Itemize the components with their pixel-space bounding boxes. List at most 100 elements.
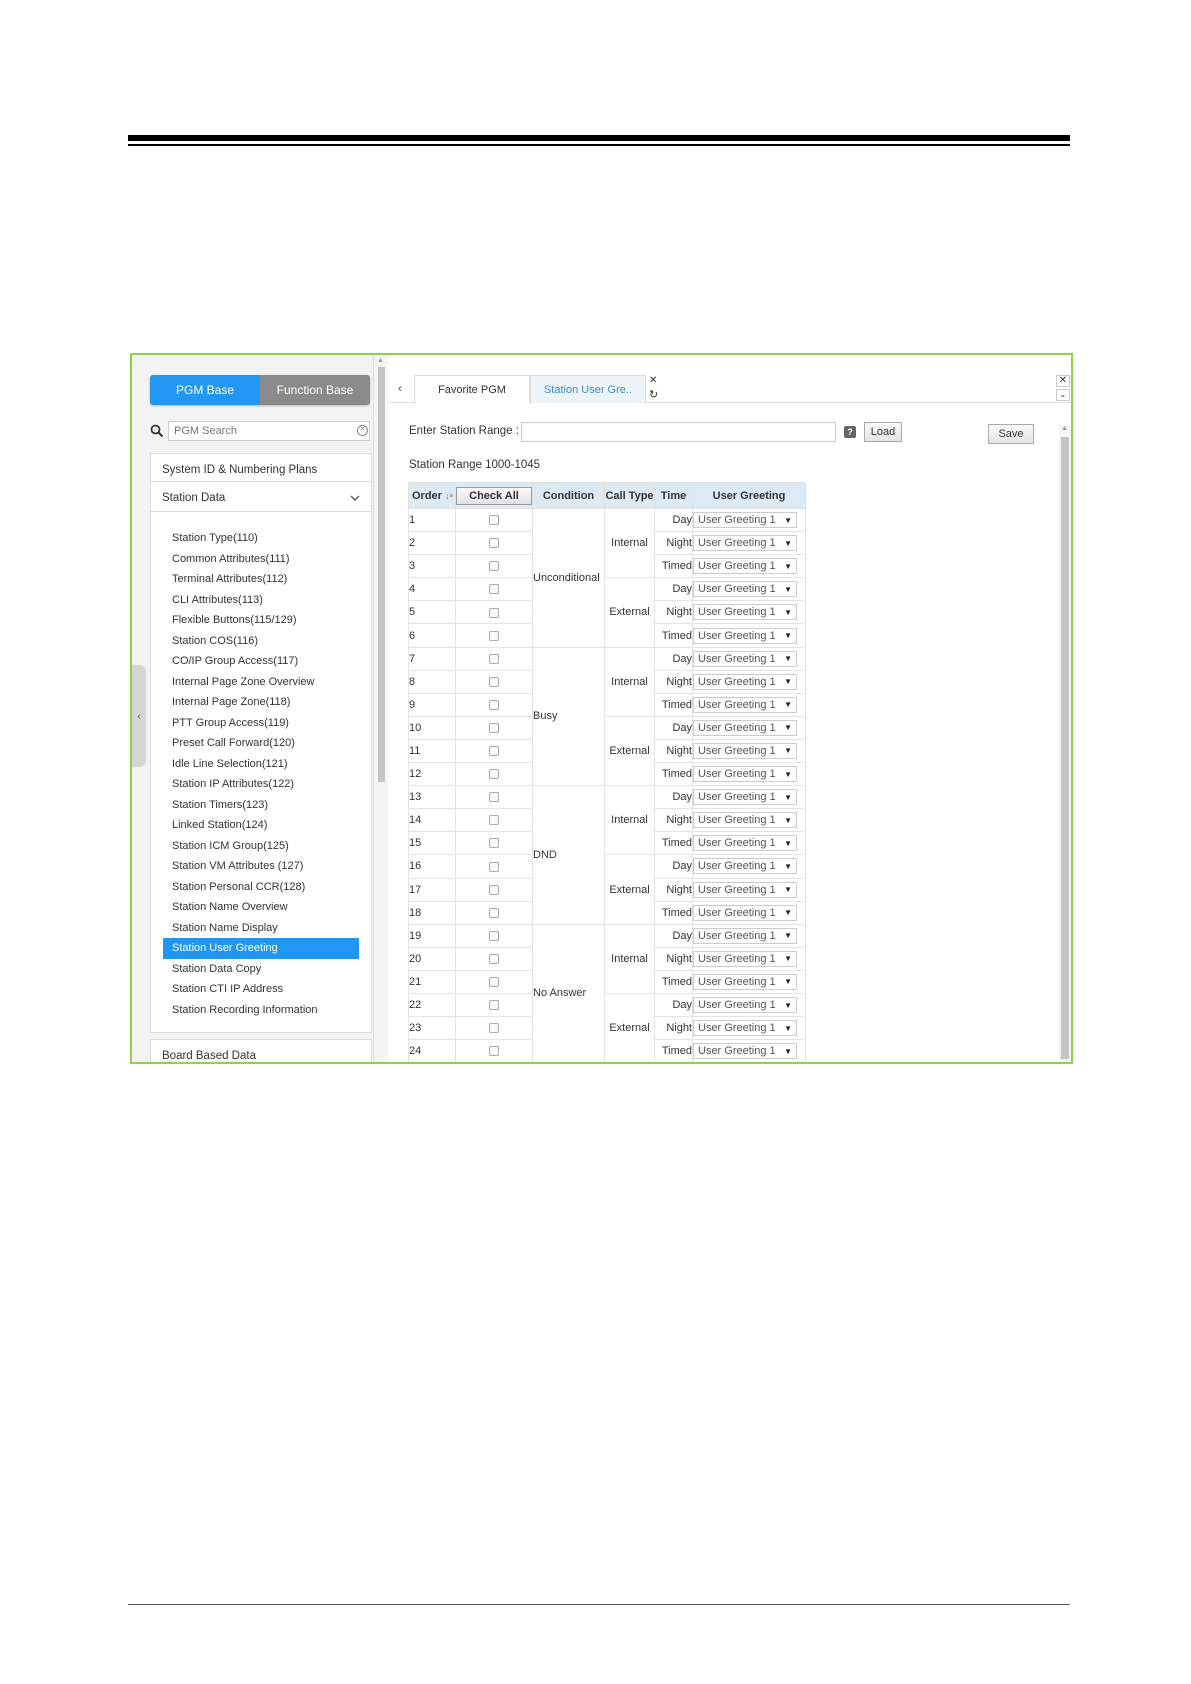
row-checkbox[interactable] bbox=[489, 515, 499, 526]
row-checkbox[interactable] bbox=[489, 1046, 499, 1057]
left-scroll-thumb[interactable] bbox=[378, 367, 385, 782]
user-greeting-select[interactable]: User Greeting 1 ▼ bbox=[693, 696, 797, 713]
row-checkbox[interactable] bbox=[489, 930, 499, 941]
user-greeting-select[interactable]: User Greeting 1 ▼ bbox=[693, 627, 797, 644]
close-tab-icon[interactable]: ✕ bbox=[649, 375, 657, 386]
user-greeting-select[interactable]: User Greeting 1 ▼ bbox=[693, 742, 797, 759]
close-all-icon[interactable]: ✕ bbox=[1056, 375, 1070, 387]
sidebar-item[interactable]: CO/IP Group Access(117) bbox=[151, 651, 371, 672]
menu-station-data[interactable]: Station Data bbox=[150, 481, 372, 514]
sidebar-item[interactable]: Station VM Attributes (127) bbox=[151, 856, 371, 877]
user-greeting-select[interactable]: User Greeting 1 ▼ bbox=[693, 927, 797, 944]
time-cell: Timed bbox=[654, 831, 693, 856]
row-checkbox[interactable] bbox=[489, 861, 499, 872]
sidebar-item[interactable]: Internal Page Zone(118) bbox=[151, 692, 371, 713]
pgm-base-tab[interactable]: PGM Base bbox=[150, 375, 260, 405]
right-scroll-thumb[interactable] bbox=[1061, 437, 1069, 1059]
user-greeting-select[interactable]: User Greeting 1 ▼ bbox=[693, 604, 797, 621]
refresh-icon[interactable]: ↻ bbox=[649, 388, 658, 401]
user-greeting-select[interactable]: User Greeting 1 ▼ bbox=[693, 904, 797, 921]
sidebar-item[interactable]: Flexible Buttons(115/129) bbox=[151, 610, 371, 631]
user-greeting-select[interactable]: User Greeting 1 ▼ bbox=[693, 719, 797, 736]
row-checkbox[interactable] bbox=[489, 607, 499, 618]
row-checkbox[interactable] bbox=[489, 792, 499, 803]
clear-search-icon[interactable]: ✕ bbox=[357, 425, 368, 436]
row-checkbox[interactable] bbox=[489, 769, 499, 780]
user-greeting-select[interactable]: User Greeting 1 ▼ bbox=[693, 581, 797, 598]
user-greeting-select[interactable]: User Greeting 1 ▼ bbox=[693, 858, 797, 875]
user-greeting-select[interactable]: User Greeting 1 ▼ bbox=[693, 789, 797, 806]
row-checkbox[interactable] bbox=[489, 746, 499, 757]
row-checkbox[interactable] bbox=[489, 653, 499, 664]
save-button[interactable]: Save bbox=[988, 424, 1034, 444]
sidebar-item[interactable]: Station User Greeting bbox=[163, 938, 359, 959]
load-button[interactable]: Load bbox=[864, 422, 902, 442]
row-checkbox[interactable] bbox=[489, 584, 499, 595]
sidebar-item[interactable]: Station IP Attributes(122) bbox=[151, 774, 371, 795]
row-checkbox[interactable] bbox=[489, 676, 499, 687]
user-greeting-select[interactable]: User Greeting 1 ▼ bbox=[693, 650, 797, 667]
user-greeting-select[interactable]: User Greeting 1 ▼ bbox=[693, 1020, 797, 1037]
user-greeting-select[interactable]: User Greeting 1 ▼ bbox=[693, 812, 797, 829]
user-greeting-select[interactable]: User Greeting 1 ▼ bbox=[693, 973, 797, 990]
row-checkbox[interactable] bbox=[489, 838, 499, 849]
help-icon[interactable]: ? bbox=[844, 426, 856, 438]
tab-list-chevron-icon[interactable]: ⌄ bbox=[1056, 389, 1070, 401]
sidebar-item[interactable]: Station Timers(123) bbox=[151, 795, 371, 816]
sidebar-item[interactable]: Preset Call Forward(120) bbox=[151, 733, 371, 754]
sidebar-item[interactable]: Terminal Attributes(112) bbox=[151, 569, 371, 590]
row-checkbox[interactable] bbox=[489, 1000, 499, 1011]
station-range-input[interactable] bbox=[521, 422, 836, 442]
sidebar-item[interactable]: Common Attributes(111) bbox=[151, 549, 371, 570]
sidebar-item[interactable]: CLI Attributes(113) bbox=[151, 590, 371, 611]
left-scrollbar[interactable]: ▲ bbox=[374, 355, 388, 1062]
pgm-search-input[interactable] bbox=[168, 421, 370, 441]
function-base-tab[interactable]: Function Base bbox=[260, 375, 370, 405]
sidebar-item[interactable]: Station Recording Information bbox=[151, 1000, 371, 1021]
scroll-up-icon[interactable]: ▲ bbox=[377, 357, 384, 364]
row-checkbox[interactable] bbox=[489, 538, 499, 549]
sidebar-item[interactable]: Idle Line Selection(121) bbox=[151, 754, 371, 775]
sidebar-item[interactable]: Station Personal CCR(128) bbox=[151, 877, 371, 898]
user-greeting-select[interactable]: User Greeting 1 ▼ bbox=[693, 766, 797, 783]
tab-station-user-greeting[interactable]: Station User Gre.. bbox=[530, 375, 646, 403]
user-greeting-select[interactable]: User Greeting 1 ▼ bbox=[693, 1043, 797, 1060]
scroll-up-icon-right[interactable]: ▲ bbox=[1061, 425, 1068, 432]
sidebar-item[interactable]: Station Name Display bbox=[151, 918, 371, 939]
sidebar-item[interactable]: Station CTI IP Address bbox=[151, 979, 371, 1000]
row-checkbox[interactable] bbox=[489, 815, 499, 826]
row-checkbox[interactable] bbox=[489, 630, 499, 641]
user-greeting-select[interactable]: User Greeting 1 ▼ bbox=[693, 512, 797, 529]
sidebar-item[interactable]: PTT Group Access(119) bbox=[151, 713, 371, 734]
sort-icon[interactable]: ↓ᵃ bbox=[445, 491, 453, 501]
collapse-panel-handle[interactable]: ‹ bbox=[132, 665, 146, 767]
right-scrollbar[interactable]: ▲ bbox=[1059, 425, 1071, 1062]
sidebar-item[interactable]: Linked Station(124) bbox=[151, 815, 371, 836]
user-greeting-select[interactable]: User Greeting 1 ▼ bbox=[693, 835, 797, 852]
sidebar-item[interactable]: Station Name Overview bbox=[151, 897, 371, 918]
user-greeting-select[interactable]: User Greeting 1 ▼ bbox=[693, 881, 797, 898]
row-checkbox[interactable] bbox=[489, 1023, 499, 1034]
menu-board-based[interactable]: Board Based Data bbox=[150, 1039, 372, 1062]
sidebar-item[interactable]: Internal Page Zone Overview bbox=[151, 672, 371, 693]
row-checkbox[interactable] bbox=[489, 884, 499, 895]
row-checkbox[interactable] bbox=[489, 699, 499, 710]
sidebar-item[interactable]: Station Data Copy bbox=[151, 959, 371, 980]
user-greeting-select[interactable]: User Greeting 1 ▼ bbox=[693, 673, 797, 690]
sidebar-item[interactable]: Station Type(110) bbox=[151, 528, 371, 549]
order-header[interactable]: Order ↓ᵃ bbox=[408, 482, 456, 509]
user-greeting-select[interactable]: User Greeting 1 ▼ bbox=[693, 950, 797, 967]
sidebar-item[interactable]: Station COS(116) bbox=[151, 631, 371, 652]
tab-favorite-pgm[interactable]: Favorite PGM bbox=[414, 375, 530, 403]
row-checkbox[interactable] bbox=[489, 722, 499, 733]
user-greeting-select[interactable]: User Greeting 1 ▼ bbox=[693, 997, 797, 1014]
sidebar-item[interactable]: Station ICM Group(125) bbox=[151, 836, 371, 857]
row-checkbox[interactable] bbox=[489, 953, 499, 964]
check-all-button[interactable]: Check All bbox=[456, 486, 532, 505]
row-checkbox[interactable] bbox=[489, 561, 499, 572]
chevron-left-icon[interactable]: ‹ bbox=[398, 381, 402, 395]
user-greeting-select[interactable]: User Greeting 1 ▼ bbox=[693, 558, 797, 575]
row-checkbox[interactable] bbox=[489, 977, 499, 988]
user-greeting-select[interactable]: User Greeting 1 ▼ bbox=[693, 535, 797, 552]
row-checkbox[interactable] bbox=[489, 907, 499, 918]
